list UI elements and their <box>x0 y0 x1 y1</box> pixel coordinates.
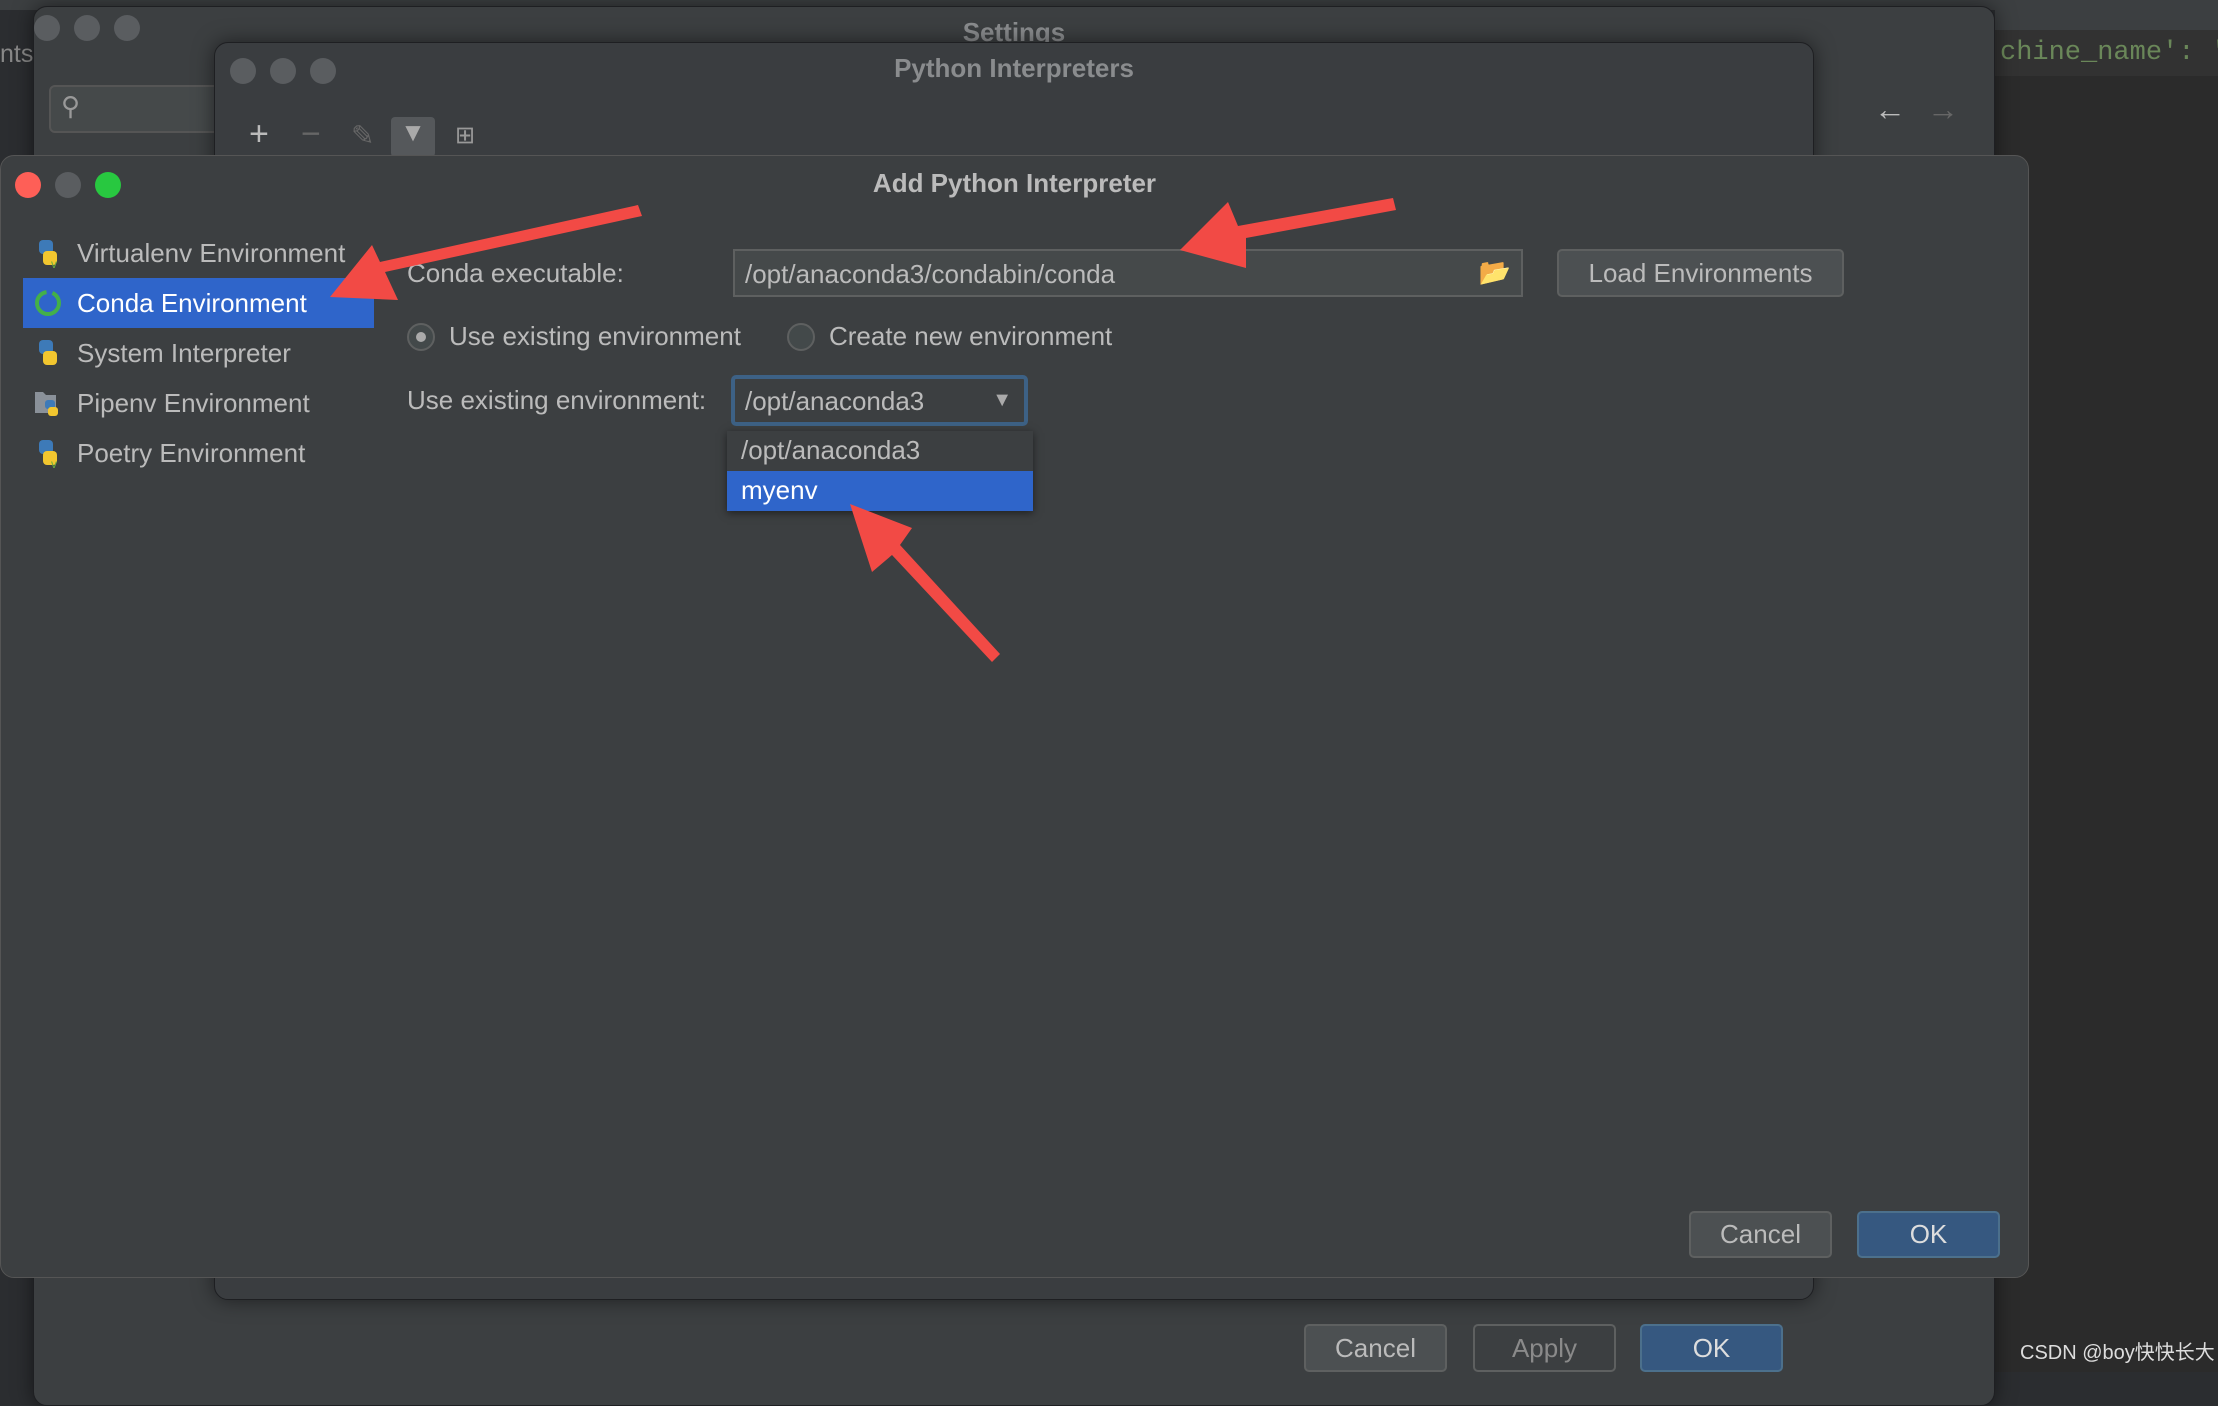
python-interpreters-title: Python Interpreters <box>894 53 1134 83</box>
conda-icon <box>33 288 63 318</box>
cancel-button[interactable]: Cancel <box>1689 1211 1832 1258</box>
settings-cancel-button[interactable]: Cancel <box>1304 1324 1447 1372</box>
conda-executable-value: /opt/anaconda3/condabin/conda <box>745 259 1116 289</box>
code-line: chine_name': ' <box>1995 30 2218 76</box>
sidebar-item-label: Poetry Environment <box>77 437 306 468</box>
python-icon <box>33 338 63 368</box>
sidebar-item-poetry[interactable]: v Poetry Environment <box>23 428 374 478</box>
python-virtualenv-icon: v <box>33 238 63 271</box>
watermark: CSDN @boy快快长大 <box>2020 1342 2215 1364</box>
use-existing-radio-label[interactable]: Use existing environment <box>449 321 741 352</box>
create-new-radio-label[interactable]: Create new environment <box>829 321 1112 352</box>
tree-icon[interactable]: ⊞ <box>455 121 475 150</box>
sidebar-item-virtualenv[interactable]: v Virtualenv Environment <box>23 228 374 278</box>
dialog-title: Add Python Interpreter <box>872 168 1157 198</box>
forward-arrow-icon[interactable]: → <box>1927 91 1959 128</box>
settings-search-input[interactable]: ⚲ <box>49 85 239 133</box>
existing-env-label: Use existing environment: <box>407 385 707 415</box>
existing-env-value: /opt/anaconda3 <box>745 386 925 416</box>
settings-ok-button[interactable]: OK <box>1640 1324 1783 1372</box>
svg-text:v: v <box>51 457 57 468</box>
add-python-interpreter-dialog: Add Python Interpreter v Virtualenv Envi… <box>0 155 2029 1278</box>
load-environments-button[interactable]: Load Environments <box>1557 249 1844 297</box>
minus-icon[interactable]: − <box>301 115 321 154</box>
dropdown-option-selected[interactable]: myenv <box>727 471 1033 511</box>
plus-icon[interactable]: + <box>249 115 269 154</box>
search-icon: ⚲ <box>61 91 81 121</box>
sidebar-item-label: Pipenv Environment <box>77 387 310 418</box>
create-new-radio[interactable] <box>787 323 815 351</box>
chevron-down-icon[interactable]: ▼ <box>992 389 1012 412</box>
filter-icon[interactable]: ▼ <box>391 117 435 157</box>
ok-button[interactable]: OK <box>1857 1211 2000 1258</box>
conda-executable-input[interactable]: /opt/anaconda3/condabin/conda 📂 <box>733 249 1523 297</box>
use-existing-radio[interactable] <box>407 323 435 351</box>
conda-executable-label: Conda executable: <box>407 258 624 288</box>
svg-text:v: v <box>51 257 57 268</box>
sidebar-item-pipenv[interactable]: Pipenv Environment <box>23 378 374 428</box>
env-dropdown-popup: /opt/anaconda3 myenv <box>727 431 1033 511</box>
sidebar-item-label: Conda Environment <box>77 287 307 318</box>
existing-env-combobox[interactable]: /opt/anaconda3 ▼ <box>731 375 1028 426</box>
pencil-icon[interactable]: ✎ <box>351 119 374 152</box>
dropdown-option[interactable]: /opt/anaconda3 <box>727 431 1033 471</box>
sidebar-item-system[interactable]: System Interpreter <box>23 328 374 378</box>
back-arrow-icon[interactable]: ← <box>1874 91 1906 128</box>
poetry-icon: v <box>33 438 63 471</box>
pipenv-icon <box>33 388 63 418</box>
sidebar-item-label: System Interpreter <box>77 337 291 368</box>
folder-browse-icon[interactable]: 📂 <box>1479 257 1511 288</box>
settings-apply-button[interactable]: Apply <box>1473 1324 1616 1372</box>
sidebar-item-conda[interactable]: Conda Environment <box>23 278 374 328</box>
sidebar-item-label: Virtualenv Environment <box>77 237 346 268</box>
editor-tabbar <box>1995 0 2218 30</box>
